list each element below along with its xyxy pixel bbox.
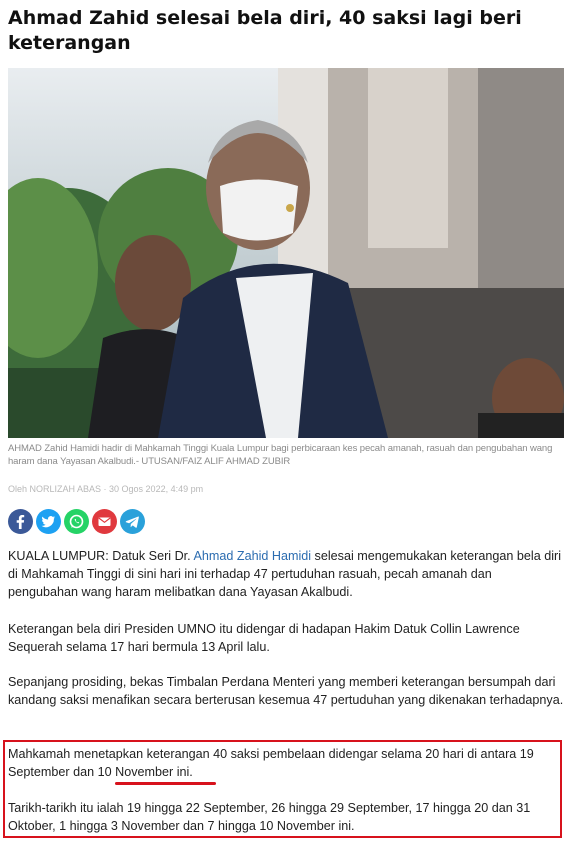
highlight-box <box>3 740 562 838</box>
byline: Oleh NORLIZAH ABAS · 30 Ogos 2022, 4:49 … <box>8 484 204 494</box>
telegram-icon[interactable] <box>120 509 145 534</box>
whatsapp-icon[interactable] <box>64 509 89 534</box>
photo-caption: AHMAD Zahid Hamidi hadir di Mahkamah Tin… <box>8 443 553 467</box>
ahmad-zahid-link[interactable]: Ahmad Zahid Hamidi <box>193 549 311 563</box>
paragraph-1-start: KUALA LUMPUR: Datuk Seri Dr. <box>8 549 194 563</box>
paragraph-2: Keterangan bela diri Presiden UMNO itu d… <box>8 622 520 654</box>
paragraph-3: Sepanjang prosiding, bekas Timbalan Perd… <box>8 675 564 707</box>
article-title: Ahmad Zahid selesai bela diri, 40 saksi … <box>8 7 522 54</box>
share-bar <box>8 509 145 534</box>
article-photo <box>8 68 564 438</box>
twitter-icon[interactable] <box>36 509 61 534</box>
facebook-icon[interactable] <box>8 509 33 534</box>
date-underline <box>115 782 216 785</box>
email-icon[interactable] <box>92 509 117 534</box>
paragraph-1: KUALA LUMPUR: Datuk Seri Dr. Ahmad Zahid… <box>8 547 564 601</box>
